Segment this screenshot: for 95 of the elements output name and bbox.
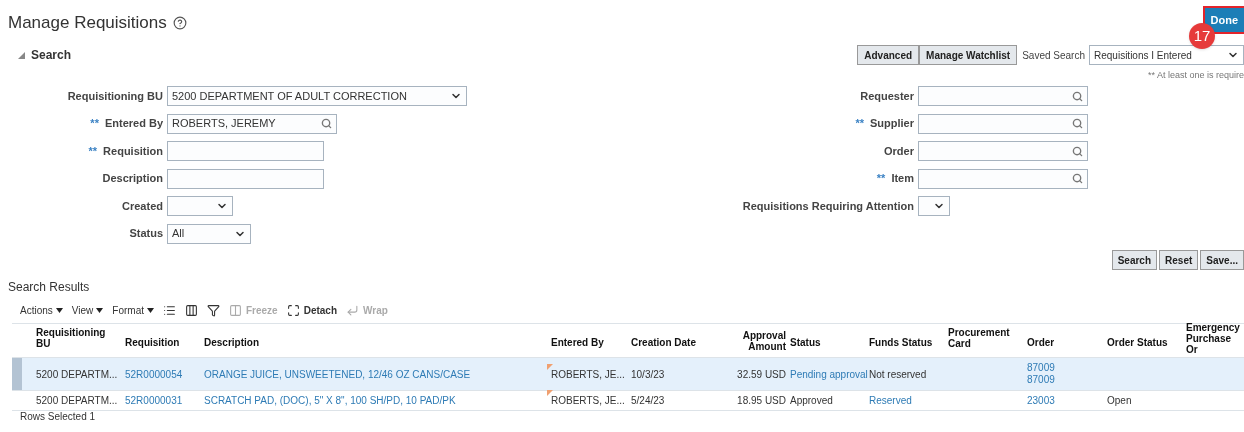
field-label: Order: [884, 143, 914, 159]
column-header[interactable]: Order Status: [1107, 336, 1168, 348]
field-label: Requisitioning BU: [67, 88, 163, 104]
table-row[interactable]: 5200 DEPARTM... 52R0000031 SCRATCH PAD, (DOC), 5" X 8", 100 SH/PD, 10 PAD/PK ROBERTS, JE... 5/24/23 18.95 USD Approved Reserved 23003 Open: [12, 391, 1244, 411]
column-header[interactable]: Procurement Card: [948, 327, 1023, 349]
saved-search-label: Saved Search: [1022, 48, 1085, 63]
column-header[interactable]: Creation Date: [631, 336, 696, 348]
action-button[interactable]: Save...: [1200, 250, 1244, 270]
menu-button[interactable]: Format: [112, 302, 154, 318]
input-field[interactable]: [167, 141, 324, 161]
table-cell-text: Open: [1107, 394, 1132, 408]
field-label: Requester: [860, 88, 914, 104]
search-icon: [321, 118, 332, 129]
table-cell-text: ROBERTS, JE...: [551, 394, 625, 408]
table-link[interactable]: 52R0000031: [125, 393, 183, 408]
toolbar-button[interactable]: Manage Watchlist: [919, 45, 1018, 65]
toolbar-button[interactable]: Detach: [286, 302, 337, 318]
column-header[interactable]: Status: [790, 336, 821, 348]
results-title: Search Results: [8, 279, 90, 296]
freeze-icon: [228, 303, 242, 317]
required-marker: **: [855, 116, 864, 132]
table-cell-text: Approved: [790, 394, 833, 408]
column-header[interactable]: Requisitioning BU: [36, 327, 121, 349]
help-icon[interactable]: [172, 15, 187, 30]
table-cell-text: Not reserved: [869, 367, 927, 382]
dropdown[interactable]: 5200 DEPARTMENT OF ADULT CORRECTION: [167, 86, 467, 106]
field-label: Requisitions Requiring Attention: [742, 198, 914, 214]
row-selection-bar: [12, 358, 22, 390]
lookup-field[interactable]: [918, 141, 1088, 161]
search-icon: [1072, 90, 1083, 102]
field-label: Description: [102, 171, 163, 187]
search-icon: [1072, 145, 1083, 157]
menu-button[interactable]: Actions: [20, 302, 63, 318]
menu-button[interactable]: View: [71, 302, 104, 318]
field-label: Entered By: [104, 116, 163, 132]
required-marker: **: [88, 143, 98, 159]
dropdown[interactable]: All: [167, 223, 251, 244]
search-icon: [1072, 118, 1083, 129]
table-link[interactable]: 87009: [1027, 374, 1055, 386]
table-cell-text: 10/3/23: [631, 367, 665, 382]
action-button[interactable]: Search: [1111, 250, 1158, 270]
list-icon[interactable]: [162, 303, 176, 317]
columns-icon[interactable]: [184, 303, 198, 317]
field-label: Supplier: [870, 116, 914, 132]
lookup-field[interactable]: [918, 168, 1088, 189]
column-header[interactable]: Requisition: [125, 336, 180, 348]
step-callout: 17: [1189, 23, 1215, 49]
toolbar-button[interactable]: Advanced: [857, 45, 920, 65]
column-header[interactable]: Description: [204, 336, 259, 348]
table-link[interactable]: Reserved: [869, 393, 912, 408]
dropdown[interactable]: [918, 196, 950, 216]
field-label: Status: [129, 226, 163, 242]
table-link[interactable]: Pending approval: [790, 366, 868, 382]
table-row[interactable]: 5200 DEPARTM... 52R0000054 ORANGE JUICE, UNSWEETENED, 12/46 OZ CANS/CASE ROBERTS, JE... 10/3/23 32.59 USD Pending approvalNot reserved 87009 87009: [12, 358, 1244, 391]
table-cell-text: 5200 DEPARTM...: [36, 394, 118, 408]
required-marker: **: [90, 116, 99, 132]
page-title: Manage Requisitions: [8, 12, 167, 34]
table-cell-text: 32.59 USD: [737, 367, 786, 382]
lookup-field[interactable]: [918, 86, 1088, 106]
field-label: Requisition: [103, 143, 163, 159]
table-link[interactable]: SCRATCH PAD, (DOC), 5" X 8", 100 SH/PD, 10 PAD/PK: [204, 393, 456, 408]
table-link[interactable]: 87009: [1027, 362, 1055, 374]
column-header[interactable]: Funds Status: [869, 336, 933, 348]
column-header[interactable]: Approval Amount: [726, 329, 786, 352]
detach-icon: [286, 303, 300, 317]
column-header[interactable]: Entered By: [551, 336, 604, 348]
wrap-icon: [346, 303, 359, 317]
search-icon: [1072, 173, 1083, 184]
table-link[interactable]: 52R0000054: [125, 366, 183, 382]
column-header[interactable]: Emergency Purchase Or: [1186, 321, 1240, 355]
lookup-field[interactable]: [918, 113, 1088, 134]
required-note: ** At least one is require: [1147, 69, 1244, 83]
done-button[interactable]: Done: [1204, 8, 1244, 32]
table-cell-text: 18.95 USD: [737, 394, 786, 408]
field-label: Created: [122, 198, 163, 214]
column-header[interactable]: Order: [1027, 336, 1055, 348]
action-button[interactable]: Reset: [1159, 250, 1199, 270]
saved-search-dropdown[interactable]: Requisitions I Entered: [1089, 45, 1244, 65]
table-cell-text: ROBERTS, JE...: [551, 367, 625, 382]
filter-icon[interactable]: [206, 303, 220, 317]
dropdown[interactable]: [167, 196, 233, 216]
table-cell-text: 5/24/23: [631, 394, 665, 408]
caret-icon: [146, 307, 154, 313]
input-field[interactable]: [167, 168, 324, 189]
section-title: Search: [31, 47, 72, 64]
rows-selected-text: Rows Selected 1: [20, 411, 96, 422]
table-link[interactable]: 23003: [1027, 394, 1055, 407]
required-marker: **: [876, 171, 886, 187]
table-link[interactable]: ORANGE JUICE, UNSWEETENED, 12/46 OZ CANS/CASE: [204, 366, 471, 382]
caret-icon: [96, 307, 104, 313]
table-cell-text: 5200 DEPARTM...: [36, 367, 118, 382]
lookup-field[interactable]: ROBERTS, JEREMY: [167, 113, 337, 134]
caret-icon: [55, 307, 63, 313]
collapse-triangle-icon[interactable]: [18, 51, 25, 59]
field-label: Item: [891, 171, 914, 187]
